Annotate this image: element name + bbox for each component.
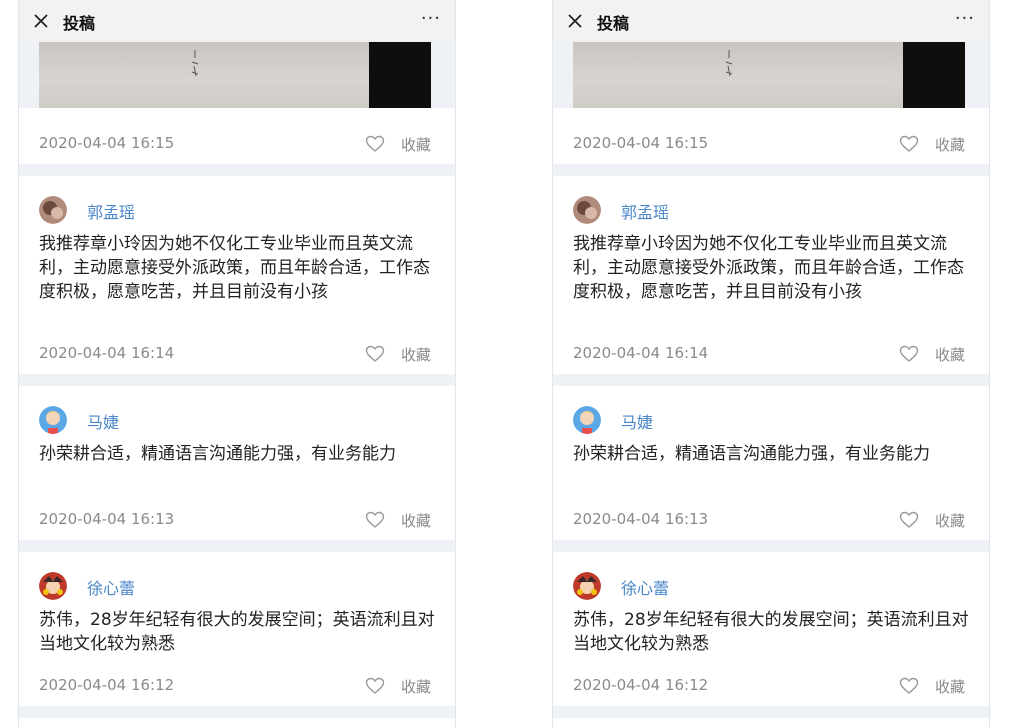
favorite-label: 收藏: [934, 678, 965, 696]
post-time: 2020-04-04 16:15: [573, 134, 709, 152]
heart-icon[interactable]: [365, 345, 385, 363]
post-card-next: [553, 718, 989, 728]
heart-icon[interactable]: [899, 135, 919, 153]
post-card: 马婕 孙荣耕合适，精通语言沟通能力强，有业务能力 2020-04-04 16:1…: [553, 386, 989, 540]
favorite-button[interactable]: 收藏: [361, 134, 431, 154]
post-card: 徐心蕾 苏伟，28岁年纪轻有很大的发展空间；英语流利且对当地文化较为熟悉 202…: [553, 552, 989, 706]
favorite-label: 收藏: [400, 346, 431, 364]
post-card: 2020-04-04 16:15 收藏: [19, 108, 455, 164]
post-time: 2020-04-04 16:12: [573, 676, 709, 694]
heart-icon[interactable]: [899, 345, 919, 363]
post-text: 我推荐章小玲因为她不仅化工专业毕业而且英文流利，主动愿意接受外派政策，而且年龄合…: [573, 234, 964, 302]
post-time: 2020-04-04 16:15: [39, 134, 175, 152]
page-title: 投稿: [63, 14, 96, 33]
page-title: 投稿: [597, 14, 630, 33]
more-icon[interactable]: ···: [955, 8, 975, 29]
close-icon[interactable]: [31, 11, 51, 31]
post-meta: 2020-04-04 16:13 收藏: [573, 510, 965, 530]
post-card: 徐心蕾 苏伟，28岁年纪轻有很大的发展空间；英语流利且对当地文化较为熟悉 202…: [19, 552, 455, 706]
screen-right: 投稿 ··· 2020-04-04 16:15 收藏 郭孟瑶 我推荐章小玲因为她…: [552, 0, 990, 728]
close-icon[interactable]: [565, 11, 585, 31]
post-text: 苏伟，28岁年纪轻有很大的发展空间；英语流利且对当地文化较为熟悉: [39, 610, 435, 654]
post-card: 2020-04-04 16:15 收藏: [553, 108, 989, 164]
post-time: 2020-04-04 16:13: [573, 510, 709, 528]
avatar[interactable]: [573, 406, 601, 434]
post-meta: 2020-04-04 16:13 收藏: [39, 510, 431, 530]
post-card: 郭孟瑶 我推荐章小玲因为她不仅化工专业毕业而且英文流利，主动愿意接受外派政策，而…: [553, 176, 989, 374]
avatar[interactable]: [573, 572, 601, 600]
post-time: 2020-04-04 16:14: [573, 344, 709, 362]
post-meta: 2020-04-04 16:14 收藏: [39, 344, 431, 364]
post-meta: 2020-04-04 16:15 收藏: [573, 134, 965, 154]
favorite-button[interactable]: 收藏: [361, 676, 431, 696]
heart-icon[interactable]: [365, 677, 385, 695]
more-icon[interactable]: ···: [421, 8, 441, 29]
post-time: 2020-04-04 16:14: [39, 344, 175, 362]
post-card: 马婕 孙荣耕合适，精通语言沟通能力强，有业务能力 2020-04-04 16:1…: [19, 386, 455, 540]
heart-icon[interactable]: [899, 677, 919, 695]
heart-icon[interactable]: [365, 135, 385, 153]
post-image[interactable]: [39, 42, 431, 108]
author-name[interactable]: 郭孟瑶: [87, 199, 135, 223]
heart-icon[interactable]: [899, 511, 919, 529]
avatar[interactable]: [573, 196, 601, 224]
favorite-button[interactable]: 收藏: [895, 676, 965, 696]
post-text: 孙荣耕合适，精通语言沟通能力强，有业务能力: [39, 444, 396, 464]
screen-left: 投稿 ··· 2020-04-04 16:15 收藏 郭孟瑶 我推荐章小玲因为她…: [18, 0, 456, 728]
author-name[interactable]: 马婕: [87, 409, 119, 433]
favorite-label: 收藏: [934, 346, 965, 364]
post-card-next: [19, 718, 455, 728]
post-text: 我推荐章小玲因为她不仅化工专业毕业而且英文流利，主动愿意接受外派政策，而且年龄合…: [39, 234, 430, 302]
post-meta: 2020-04-04 16:14 收藏: [573, 344, 965, 364]
author-name[interactable]: 徐心蕾: [621, 575, 669, 599]
favorite-button[interactable]: 收藏: [895, 344, 965, 364]
favorite-label: 收藏: [934, 136, 965, 154]
handwriting-mark: [191, 50, 199, 77]
author-name[interactable]: 郭孟瑶: [621, 199, 669, 223]
post-image[interactable]: [573, 42, 965, 108]
handwriting-mark: [725, 50, 733, 77]
post-text: 孙荣耕合适，精通语言沟通能力强，有业务能力: [573, 444, 930, 464]
post-card: 郭孟瑶 我推荐章小玲因为她不仅化工专业毕业而且英文流利，主动愿意接受外派政策，而…: [19, 176, 455, 374]
image-dark-region: [369, 42, 431, 108]
post-time: 2020-04-04 16:13: [39, 510, 175, 528]
favorite-label: 收藏: [400, 678, 431, 696]
favorite-label: 收藏: [400, 136, 431, 154]
favorite-button[interactable]: 收藏: [361, 344, 431, 364]
image-dark-region: [903, 42, 965, 108]
post-time: 2020-04-04 16:12: [39, 676, 175, 694]
favorite-button[interactable]: 收藏: [361, 510, 431, 530]
post-text: 苏伟，28岁年纪轻有很大的发展空间；英语流利且对当地文化较为熟悉: [573, 610, 969, 654]
avatar[interactable]: [39, 406, 67, 434]
author-name[interactable]: 徐心蕾: [87, 575, 135, 599]
post-meta: 2020-04-04 16:12 收藏: [39, 676, 431, 696]
heart-icon[interactable]: [365, 511, 385, 529]
post-meta: 2020-04-04 16:15 收藏: [39, 134, 431, 154]
avatar[interactable]: [39, 572, 67, 600]
favorite-button[interactable]: 收藏: [895, 510, 965, 530]
top-bar: 投稿 ···: [19, 0, 455, 42]
post-meta: 2020-04-04 16:12 收藏: [573, 676, 965, 696]
avatar[interactable]: [39, 196, 67, 224]
favorite-label: 收藏: [934, 512, 965, 530]
author-name[interactable]: 马婕: [621, 409, 653, 433]
top-bar: 投稿 ···: [553, 0, 989, 42]
favorite-button[interactable]: 收藏: [895, 134, 965, 154]
favorite-label: 收藏: [400, 512, 431, 530]
